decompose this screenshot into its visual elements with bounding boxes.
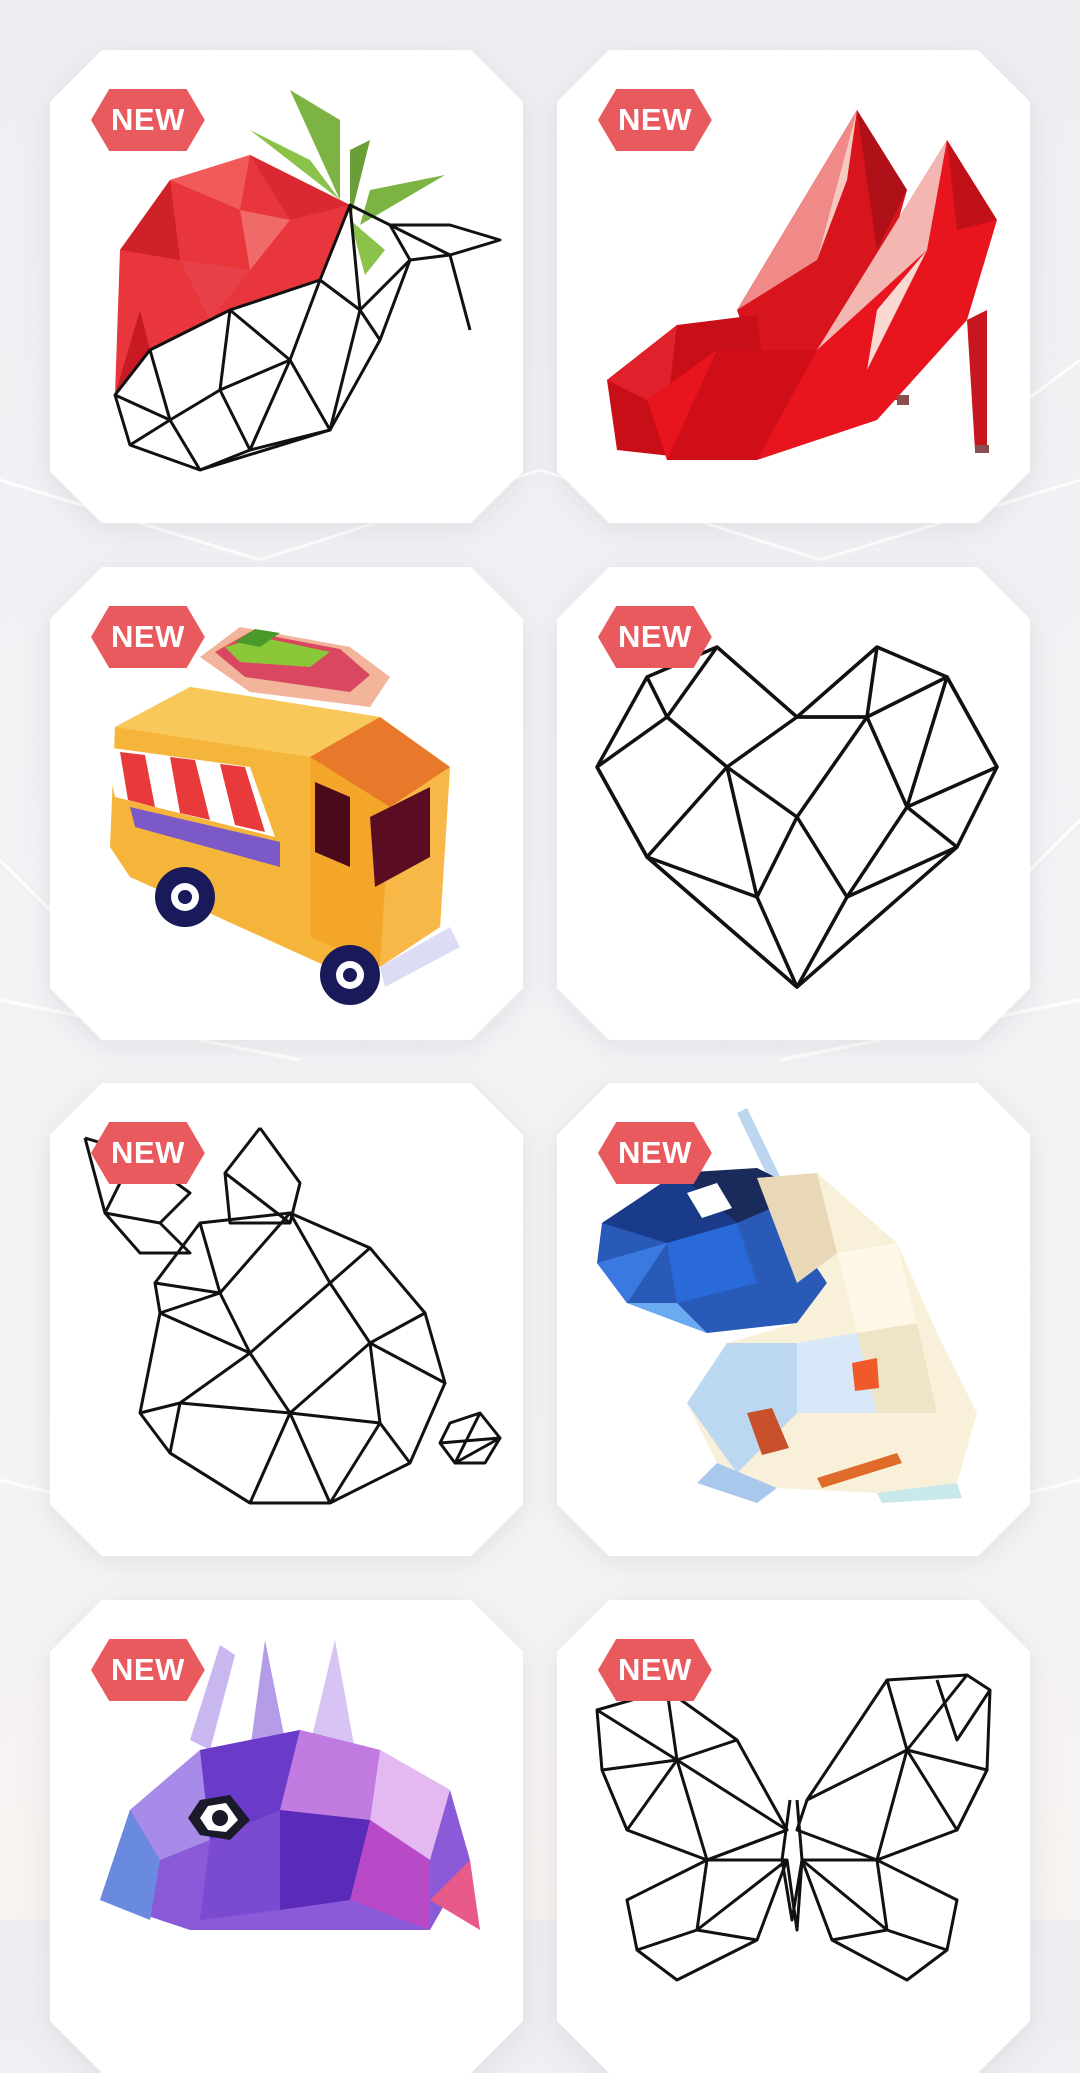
new-badge: NEW [598, 89, 712, 151]
artwork-card-food-truck[interactable]: NEW [50, 567, 523, 1040]
artwork-card-strawberry[interactable]: NEW [50, 50, 523, 523]
artwork-card-high-heels[interactable]: NEW [557, 50, 1030, 523]
new-badge: NEW [598, 1122, 712, 1184]
artwork-card-bunny[interactable]: NEW [50, 1083, 523, 1556]
artwork-card-butterfly[interactable]: NEW [557, 1600, 1030, 2073]
artwork-card-chameleon[interactable]: NEW [50, 1600, 523, 2073]
new-badge: NEW [91, 89, 205, 151]
new-badge: NEW [598, 606, 712, 668]
new-badge: NEW [91, 1639, 205, 1701]
artwork-card-heart[interactable]: NEW [557, 567, 1030, 1040]
artwork-card-astronaut[interactable]: NEW [557, 1083, 1030, 1556]
new-badge: NEW [91, 1122, 205, 1184]
new-badge: NEW [91, 606, 205, 668]
new-badge: NEW [598, 1639, 712, 1701]
